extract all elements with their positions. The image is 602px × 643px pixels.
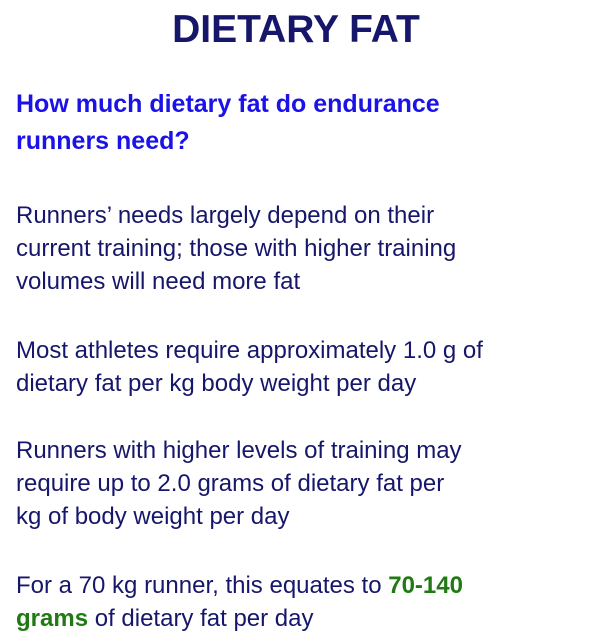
paragraph-line: For a 70 kg runner, this equates to 70-1… bbox=[16, 569, 463, 602]
paragraph-example-70kg: For a 70 kg runner, this equates to 70-1… bbox=[16, 569, 463, 635]
paragraph-higher-training: Runners with higher levels of training m… bbox=[16, 434, 462, 533]
slide: DIETARY FAT How much dietary fat do endu… bbox=[0, 0, 602, 643]
question-line-2: runners need? bbox=[16, 127, 190, 155]
paragraph-line: Runners’ needs largely depend on their bbox=[16, 202, 435, 229]
slide-title: DIETARY FAT bbox=[172, 8, 420, 51]
paragraph-line: kg of body weight per day bbox=[16, 503, 290, 530]
example-text: For a 70 kg runner, this equates to bbox=[16, 572, 389, 599]
paragraph-line: current training; those with higher trai… bbox=[16, 235, 457, 262]
paragraph-line: Runners with higher levels of training m… bbox=[16, 437, 462, 464]
question-line-1: How much dietary fat do endurance bbox=[16, 90, 440, 118]
paragraph-line: volumes will need more fat bbox=[16, 268, 301, 295]
question-heading: How much dietary fat do endurance runner… bbox=[16, 86, 576, 160]
highlight-unit: grams bbox=[16, 605, 89, 632]
paragraph-line: dietary fat per kg body weight per day bbox=[16, 370, 417, 397]
paragraph-line: grams of dietary fat per day bbox=[16, 602, 463, 635]
example-text: of dietary fat per day bbox=[88, 605, 314, 632]
highlight-range: 70-140 bbox=[388, 572, 463, 599]
paragraph-athlete-requirement: Most athletes require approximately 1.0 … bbox=[16, 334, 483, 400]
paragraph-line: require up to 2.0 grams of dietary fat p… bbox=[16, 470, 445, 497]
paragraph-training-needs: Runners’ needs largely depend on their c… bbox=[16, 199, 456, 298]
paragraph-line: Most athletes require approximately 1.0 … bbox=[16, 337, 483, 364]
